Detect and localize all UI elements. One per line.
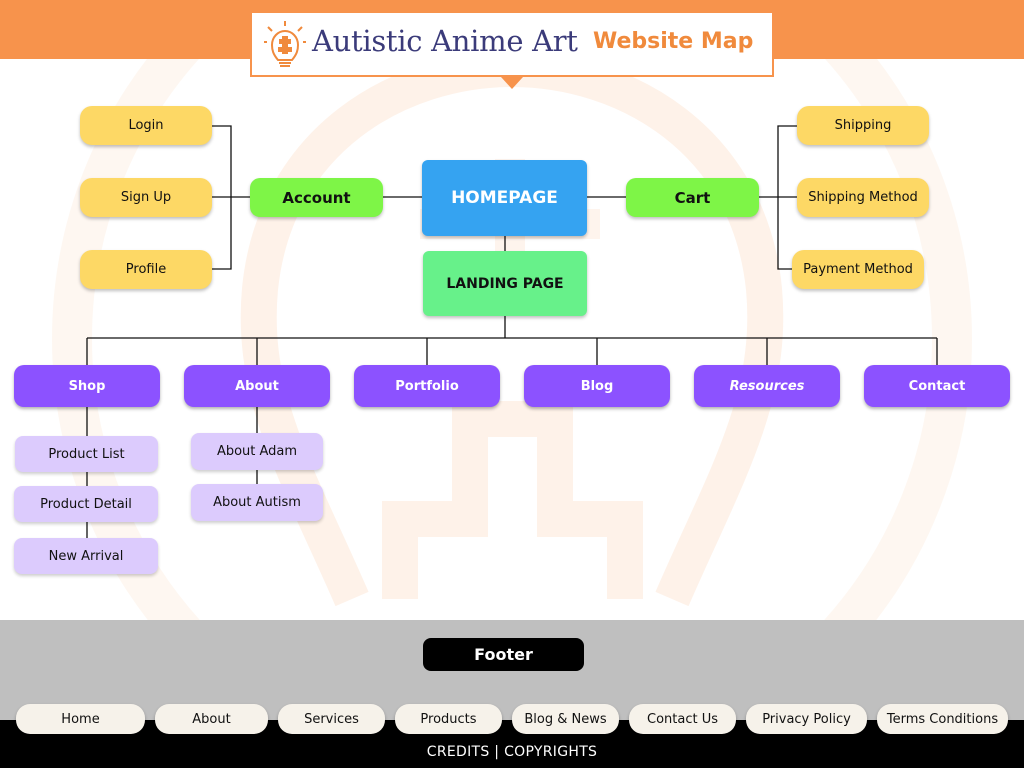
portfolio-node[interactable]: Portfolio [354,365,500,407]
footer-link-about[interactable]: About [155,704,268,734]
footer-link-products[interactable]: Products [395,704,502,734]
about-node[interactable]: About [184,365,330,407]
landing-page-node[interactable]: LANDING PAGE [423,251,587,316]
footer-link-home[interactable]: Home [16,704,145,734]
blog-node[interactable]: Blog [524,365,670,407]
shipping-node[interactable]: Shipping [797,106,929,145]
shipping-method-node[interactable]: Shipping Method [797,178,929,217]
sign-up-node[interactable]: Sign Up [80,178,212,217]
contact-node[interactable]: Contact [864,365,1010,407]
shop-node[interactable]: Shop [14,365,160,407]
account-node[interactable]: Account [250,178,383,217]
about-autism-node[interactable]: About Autism [191,484,323,521]
cart-node[interactable]: Cart [626,178,759,217]
footer-link-blog-news[interactable]: Blog & News [512,704,619,734]
footer-node[interactable]: Footer [423,638,584,671]
payment-method-node[interactable]: Payment Method [792,250,924,289]
new-arrival-node[interactable]: New Arrival [14,538,158,574]
footer-link-contact-us[interactable]: Contact Us [629,704,736,734]
about-adam-node[interactable]: About Adam [191,433,323,470]
footer-link-terms-conditions[interactable]: Terms Conditions [877,704,1008,734]
login-node[interactable]: Login [80,106,212,145]
credits-text: CREDITS | COPYRIGHTS [426,744,598,760]
profile-node[interactable]: Profile [80,250,212,289]
product-detail-node[interactable]: Product Detail [14,486,158,522]
footer-link-services[interactable]: Services [278,704,385,734]
homepage-node[interactable]: HOMEPAGE [422,160,587,236]
product-list-node[interactable]: Product List [15,436,158,472]
resources-node[interactable]: Resources [694,365,840,407]
footer-link-privacy-policy[interactable]: Privacy Policy [746,704,867,734]
